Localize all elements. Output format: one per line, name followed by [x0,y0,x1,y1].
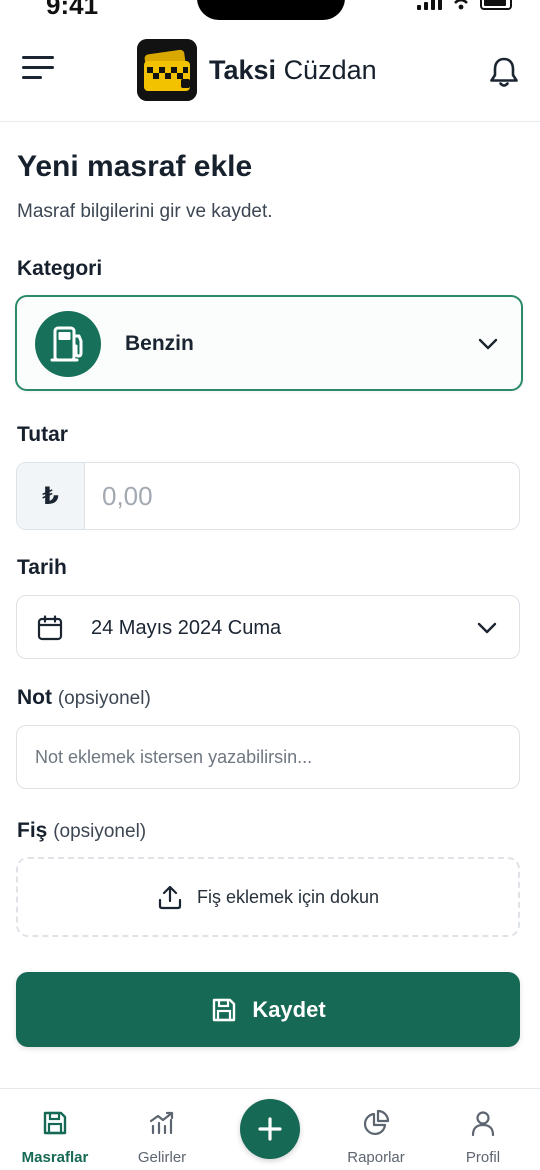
bottom-nav: Masraflar Gelirler Raporlar Profil [0,1088,540,1170]
save-button-label: Kaydet [252,996,326,1022]
category-icon-circle [35,311,101,377]
notification-button[interactable] [486,54,522,90]
add-button[interactable] [240,1099,300,1159]
chevron-down-icon [478,338,498,350]
nav-label-expenses: Masraflar [21,1149,89,1166]
nav-item-income[interactable]: Gelirler [117,1089,207,1170]
wifi-icon [451,0,471,10]
nav-item-reports[interactable]: Raporlar [331,1089,421,1170]
note-label: Not (opsiyonel) [17,686,151,710]
receipt-upload-area[interactable]: Fiş eklemek için dokun [16,857,520,937]
date-label: Tarih [17,556,67,579]
nav-label-reports: Raporlar [347,1149,405,1166]
note-label-text: Not [17,686,52,709]
category-select[interactable]: Benzin [15,295,523,391]
user-icon [471,1111,495,1137]
date-value: 24 Mayıs 2024 Cuma [91,617,282,639]
receipt-label: Fiş (opsiyonel) [17,819,146,843]
status-bar: 9:41 [0,0,540,22]
app-brand: Taksi Cüzdan [209,55,377,86]
chart-icon [149,1111,174,1135]
floppy-icon [213,998,236,1021]
receipt-optional-text: (opsiyonel) [53,821,147,842]
note-optional-text: (opsiyonel) [57,688,151,709]
note-input[interactable] [16,725,520,789]
category-value: Benzin [125,332,194,355]
date-picker[interactable]: 24 Mayıs 2024 Cuma [16,595,520,659]
receipt-upload-text: Fiş eklemek için dokun [196,886,380,907]
upload-icon [158,885,182,910]
calendar-icon [37,615,63,641]
pie-icon [363,1109,390,1136]
amount-input[interactable] [86,463,516,529]
save-button[interactable]: Kaydet [16,972,520,1047]
camera-notch [197,0,345,20]
page-title: Yeni masraf ekle [17,150,253,183]
taxi-wallet-logo [137,39,197,101]
chevron-down-icon [477,622,497,634]
status-icons [417,0,512,10]
amount-field: ₺ [16,462,520,530]
currency-symbol: ₺ [17,463,85,529]
receipt-label-text: Fiş [17,819,48,842]
bell-icon [490,57,518,87]
fuel-pump-icon [50,326,83,362]
nav-label-profile: Profil [465,1149,501,1166]
battery-icon [480,0,512,10]
nav-item-profile[interactable]: Profil [438,1089,528,1170]
page-subtitle: Masraf bilgilerini gir ve kaydet. [17,201,273,222]
plus-icon [258,1117,282,1141]
nav-label-income: Gelirler [137,1149,187,1166]
brand-bold: Taksi [209,55,277,85]
category-label: Kategori [17,257,103,280]
status-time: 9:41 [46,0,99,20]
floppy-icon [43,1111,67,1135]
menu-button[interactable] [22,56,54,82]
hamburger-menu-icon [22,56,54,59]
amount-label: Tutar [17,423,68,446]
signal-icon [417,0,442,10]
app-header: Taksi Cüzdan [0,22,540,122]
nav-item-expenses[interactable]: Masraflar [10,1089,100,1170]
brand-regular: Cüzdan [283,55,377,85]
